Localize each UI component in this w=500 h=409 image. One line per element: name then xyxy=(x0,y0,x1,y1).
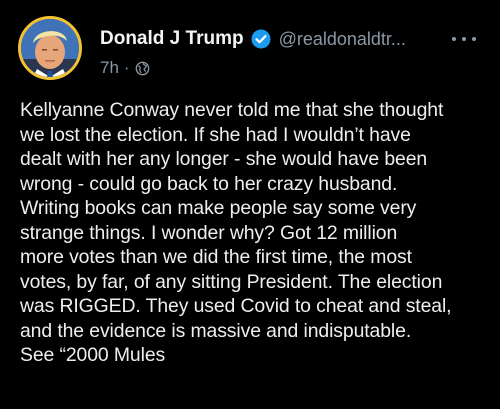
more-dot xyxy=(462,37,466,41)
post-body: Kellyanne Conway never told me that she … xyxy=(20,99,452,366)
meta-separator: · xyxy=(123,58,130,77)
more-dot xyxy=(472,37,476,41)
avatar[interactable] xyxy=(18,16,82,80)
more-dot xyxy=(452,37,456,41)
handle[interactable]: @realdonaldtr... xyxy=(279,29,406,50)
verified-badge-icon xyxy=(251,29,271,49)
display-name[interactable]: Donald J Trump xyxy=(100,28,244,50)
post-header: Donald J Trump @realdonaldtr... xyxy=(100,26,490,52)
timestamp[interactable]: 7h xyxy=(100,58,119,78)
avatar-image xyxy=(21,19,79,77)
more-options-icon[interactable] xyxy=(452,26,476,52)
globe-icon xyxy=(135,61,149,75)
post: Donald J Trump @realdonaldtr... 7h · Kel… xyxy=(0,0,500,409)
post-meta: 7h · xyxy=(100,58,150,78)
